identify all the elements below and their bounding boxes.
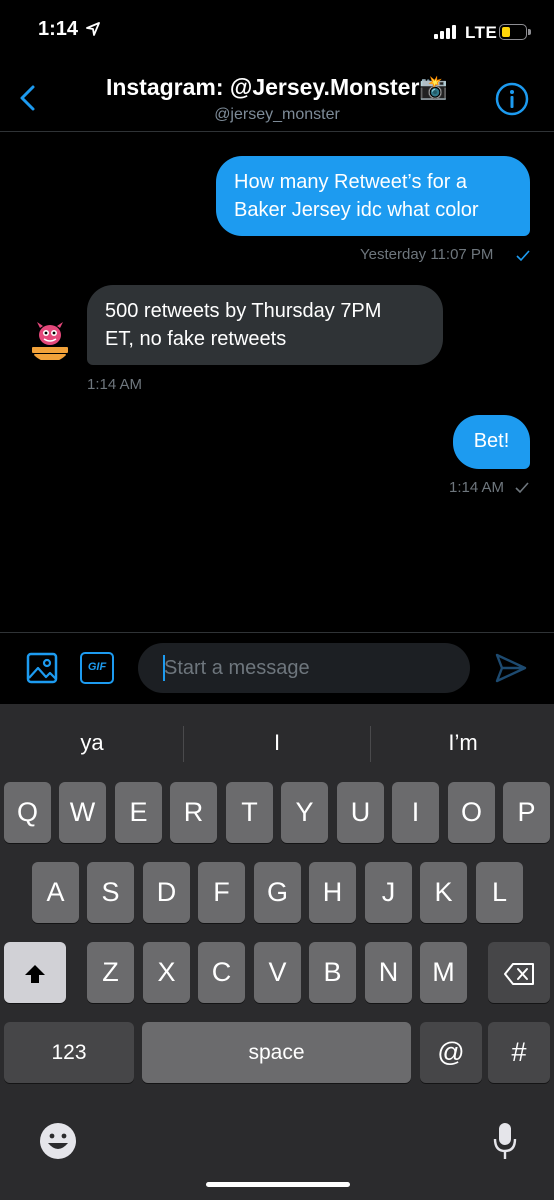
space-key[interactable]: space bbox=[142, 1022, 411, 1083]
key-y[interactable]: Y bbox=[281, 782, 328, 843]
conversation-handle: @jersey_monster bbox=[214, 106, 340, 123]
location-arrow-icon bbox=[86, 22, 100, 36]
message-text-line: Baker Jersey idc what color bbox=[234, 199, 479, 221]
battery-tip bbox=[528, 29, 531, 35]
send-icon[interactable] bbox=[494, 652, 528, 684]
message-bubble-incoming[interactable]: 500 retweets by Thursday 7PM ET, no fake… bbox=[87, 285, 443, 365]
header-divider bbox=[0, 131, 554, 132]
message-text: Bet! bbox=[473, 430, 510, 452]
numbers-key[interactable]: 123 bbox=[4, 1022, 134, 1083]
key-k[interactable]: K bbox=[420, 862, 467, 923]
key-r[interactable]: R bbox=[170, 782, 217, 843]
message-input[interactable] bbox=[138, 643, 470, 693]
key-l[interactable]: L bbox=[476, 862, 523, 923]
key-j[interactable]: J bbox=[365, 862, 412, 923]
backspace-key[interactable] bbox=[488, 942, 550, 1003]
key-a[interactable]: A bbox=[32, 862, 79, 923]
key-m[interactable]: M bbox=[420, 942, 467, 1003]
key-f[interactable]: F bbox=[198, 862, 245, 923]
sent-check-icon bbox=[516, 250, 530, 262]
at-key[interactable]: @ bbox=[420, 1022, 482, 1083]
shift-key[interactable] bbox=[4, 942, 66, 1003]
hash-key[interactable]: # bbox=[488, 1022, 550, 1083]
message-text-line: ET, no fake retweets bbox=[105, 328, 287, 350]
monster-logo-icon bbox=[28, 318, 72, 362]
message-timestamp: 1:14 AM bbox=[87, 376, 143, 393]
key-i[interactable]: I bbox=[392, 782, 439, 843]
shift-arrow-icon bbox=[25, 964, 45, 983]
key-g[interactable]: G bbox=[254, 862, 301, 923]
key-z[interactable]: Z bbox=[87, 942, 134, 1003]
suggestion-2[interactable]: I bbox=[185, 730, 369, 756]
key-p[interactable]: P bbox=[503, 782, 550, 843]
back-chevron-icon[interactable] bbox=[18, 84, 38, 112]
key-n[interactable]: N bbox=[365, 942, 412, 1003]
key-u[interactable]: U bbox=[337, 782, 384, 843]
message-text-line: 500 retweets by Thursday 7PM bbox=[105, 300, 382, 322]
key-x[interactable]: X bbox=[143, 942, 190, 1003]
text-caret bbox=[163, 655, 165, 681]
message-bubble-outgoing[interactable]: How many Retweet’s for a Baker Jersey id… bbox=[216, 156, 530, 236]
message-timestamp: 1:14 AM bbox=[449, 479, 505, 496]
message-text-line: How many Retweet’s for a bbox=[234, 171, 468, 193]
emoji-icon[interactable] bbox=[38, 1121, 78, 1161]
key-h[interactable]: H bbox=[309, 862, 356, 923]
message-bubble-outgoing[interactable]: Bet! bbox=[453, 415, 530, 469]
battery-icon bbox=[499, 24, 527, 40]
gif-button[interactable]: GIF bbox=[80, 652, 114, 684]
suggestion-3[interactable]: I’m bbox=[371, 730, 554, 756]
key-o[interactable]: O bbox=[448, 782, 495, 843]
message-timestamp: Yesterday 11:07 PM bbox=[360, 246, 494, 263]
key-d[interactable]: D bbox=[143, 862, 190, 923]
signal-strength-icon bbox=[434, 25, 460, 39]
key-t[interactable]: T bbox=[226, 782, 273, 843]
sender-avatar[interactable] bbox=[28, 318, 72, 362]
home-indicator bbox=[206, 1182, 350, 1187]
suggestion-divider bbox=[183, 726, 184, 762]
info-icon[interactable] bbox=[495, 82, 529, 116]
sent-check-icon bbox=[515, 482, 529, 494]
composer-divider bbox=[0, 632, 554, 633]
key-q[interactable]: Q bbox=[4, 782, 51, 843]
status-time: 1:14 bbox=[38, 18, 79, 40]
key-v[interactable]: V bbox=[254, 942, 301, 1003]
image-icon[interactable] bbox=[26, 652, 58, 684]
key-s[interactable]: S bbox=[87, 862, 134, 923]
microphone-icon[interactable] bbox=[493, 1121, 517, 1161]
key-c[interactable]: C bbox=[198, 942, 245, 1003]
network-type: LTE bbox=[465, 23, 498, 42]
key-b[interactable]: B bbox=[309, 942, 356, 1003]
key-e[interactable]: E bbox=[115, 782, 162, 843]
backspace-icon bbox=[504, 962, 534, 985]
conversation-title: Instagram: @Jersey.Monster📸 bbox=[105, 74, 449, 100]
key-w[interactable]: W bbox=[59, 782, 106, 843]
suggestion-1[interactable]: ya bbox=[0, 730, 184, 756]
